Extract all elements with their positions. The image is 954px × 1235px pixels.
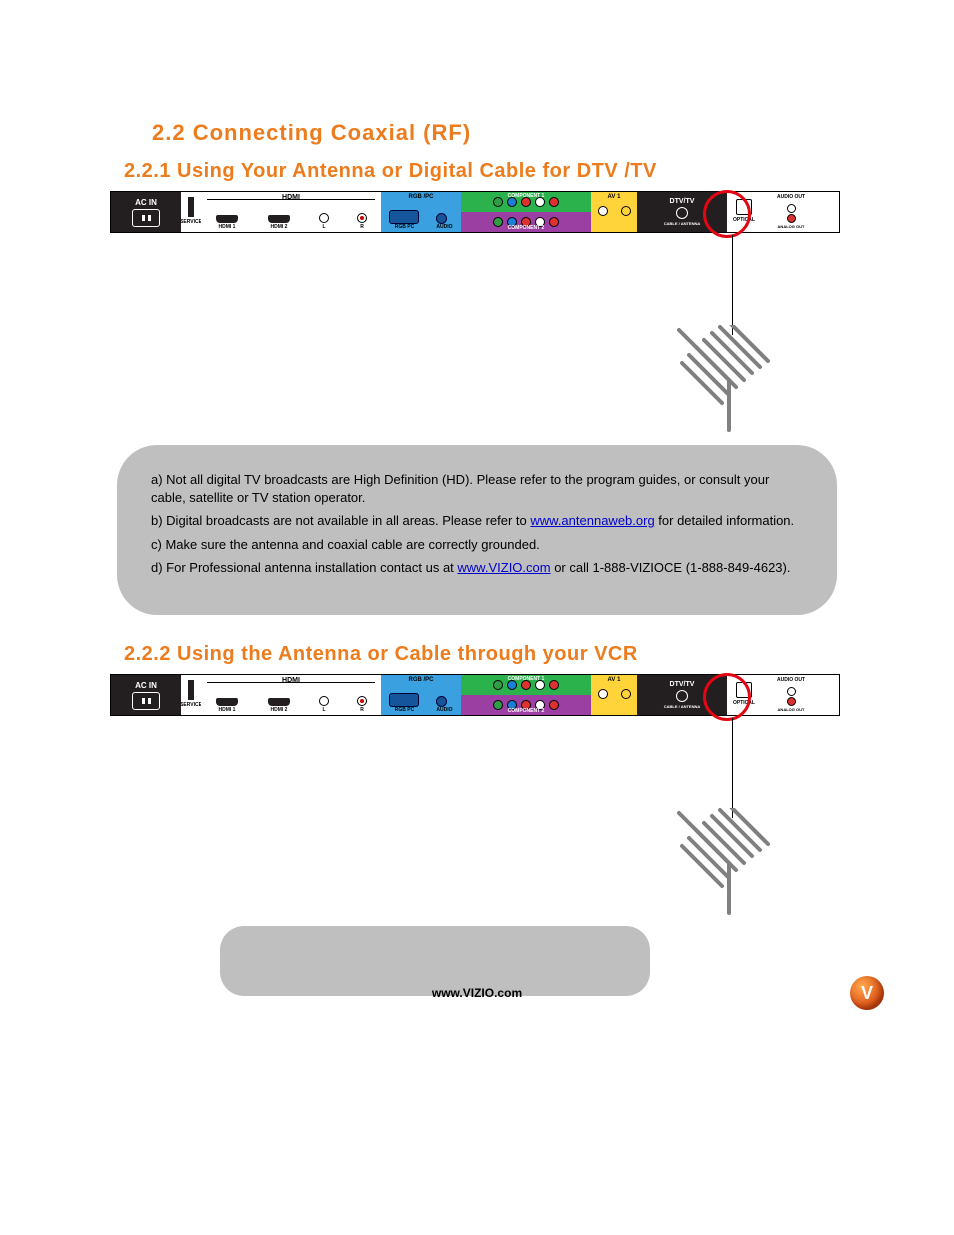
audio-out-label: AUDIO OUT — [761, 194, 821, 200]
vizio-logo-icon: V — [850, 976, 884, 1010]
section-heading: 2.2 Connecting Coaxial (RF) — [152, 120, 844, 146]
rgb-label: RGB /PC — [381, 194, 461, 200]
optical-label: OPTICAL — [733, 217, 755, 223]
subsection-2-heading: 2.2.2 Using the Antenna or Cable through… — [124, 643, 844, 666]
component2-label: COMPONENT 2 — [461, 225, 591, 231]
ac-plug-icon — [132, 692, 160, 710]
audio-jack-icon — [436, 213, 447, 224]
antenna-connection-2 — [110, 718, 844, 918]
ac-in-label: AC IN — [135, 198, 157, 207]
coax-port-icon — [676, 690, 688, 702]
optical-port-icon — [736, 199, 752, 215]
av1-section: AV 1 — [591, 192, 637, 232]
coax-port-icon — [676, 207, 688, 219]
antenna-icon — [674, 808, 784, 918]
subsection-1-heading: 2.2.1 Using Your Antenna or Digital Cabl… — [124, 160, 844, 183]
note-line-c: c) Make sure the antenna and coaxial cab… — [151, 536, 803, 554]
vizio-link[interactable]: www.VIZIO.com — [457, 560, 550, 575]
hdmi-section: HDMI HDMI 1 HDMI 2 L R — [201, 675, 381, 715]
component1-label: COMPONENT 1 — [461, 193, 591, 199]
rear-panel-diagram-1: AC IN SERVICE HDMI HDMI 1 HDMI 2 L R RGB… — [110, 191, 840, 233]
optical-section: OPTICAL — [727, 192, 761, 232]
av1-label: AV 1 — [591, 194, 637, 200]
vga-port-icon — [389, 210, 419, 224]
dtv-tv-section: DTV/TV CABLE / ANTENNA — [637, 675, 727, 715]
dtv-tv-section: DTV/TV CABLE / ANTENNA — [637, 192, 727, 232]
footer-url: www.VIZIO.com — [0, 986, 954, 1000]
av1-section: AV 1 — [591, 675, 637, 715]
service-label: SERVICE — [180, 219, 202, 225]
component-section: COMPONENT 1 COMPONENT 2 — [461, 192, 591, 232]
note-line-b: b) Digital broadcasts are not available … — [151, 512, 803, 530]
antenna-icon — [674, 325, 784, 435]
note-box: a) Not all digital TV broadcasts are Hig… — [117, 445, 837, 615]
ac-plug-icon — [132, 209, 160, 227]
hdmi2-port: HDMI 2 — [261, 215, 297, 230]
ac-in-port: AC IN — [111, 675, 181, 715]
rear-panel-diagram-2: AC IN SERVICE HDMI HDMI 1 HDMI 2 L R RGB… — [110, 674, 840, 716]
hdmi-audio-l: L — [313, 213, 335, 230]
note-line-d: d) For Professional antenna installation… — [151, 559, 803, 577]
service-slot-icon — [188, 680, 194, 700]
optical-section: OPTICAL — [727, 675, 761, 715]
component-section: COMPONENT 1 COMPONENT 2 — [461, 675, 591, 715]
rgb-pc-section: RGB /PC RGB PC AUDIO — [381, 192, 461, 232]
antenna-connection-1 — [110, 235, 844, 435]
audio-out-section: AUDIO OUT ANALOG OUT — [761, 675, 821, 715]
hdmi-section: HDMI HDMI 1 HDMI 2 L R — [201, 192, 381, 232]
hdmi-audio-r: R — [351, 213, 373, 230]
dtv-tv-label: DTV/TV — [670, 198, 695, 205]
rgb-pc-section: RGB /PC RGB PC AUDIO — [381, 675, 461, 715]
antennaweb-link[interactable]: www.antennaweb.org — [530, 513, 654, 528]
service-port: SERVICE — [181, 192, 201, 232]
note-line-a: a) Not all digital TV broadcasts are Hig… — [151, 471, 803, 506]
service-port: SERVICE — [181, 675, 201, 715]
service-slot-icon — [188, 197, 194, 217]
cable-antenna-label: CABLE / ANTENNA — [664, 221, 701, 226]
audio-out-section: AUDIO OUT ANALOG OUT — [761, 192, 821, 232]
ac-in-port: AC IN — [111, 192, 181, 232]
hdmi1-port: HDMI 1 — [209, 215, 245, 230]
